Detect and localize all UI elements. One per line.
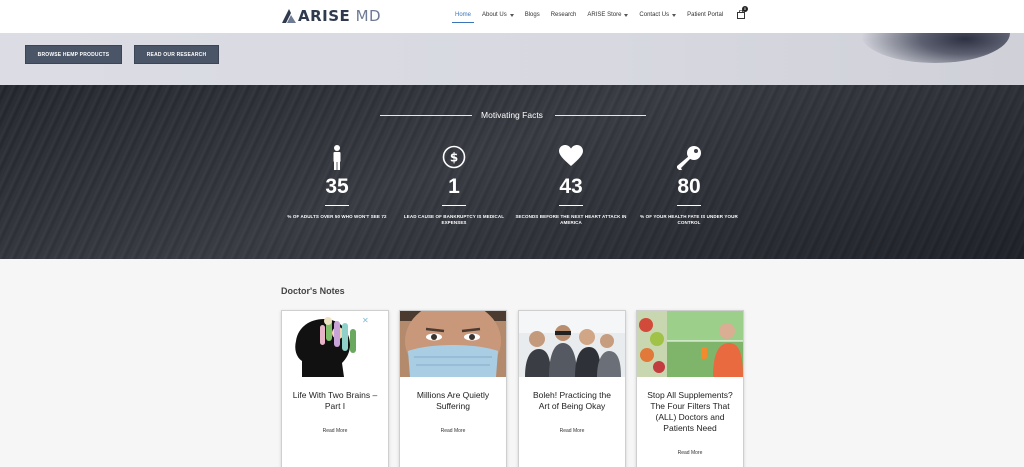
nav-arise-store[interactable]: ARISE Store bbox=[587, 9, 629, 21]
chevron-down-icon bbox=[624, 13, 629, 17]
fact-item: 35 % OF ADULTS OVER 50 WHO WON'T SEE 72 bbox=[277, 145, 397, 220]
fact-number: 35 bbox=[325, 175, 349, 198]
logo-text: ARISE MD bbox=[298, 7, 382, 25]
article-image[interactable]: ✕ bbox=[282, 311, 388, 377]
site-logo[interactable]: ARISE MD bbox=[282, 5, 381, 27]
article-card[interactable]: Boleh! Practicing the Art of Being Okay … bbox=[518, 310, 626, 467]
article-image[interactable] bbox=[519, 311, 625, 377]
main-nav: Home About Us Blogs Research ARISE Store… bbox=[451, 9, 734, 23]
hero-banner: BROWSE HEMP PRODUCTS READ OUR RESEARCH bbox=[0, 33, 1024, 85]
nav-patient-portal[interactable]: Patient Portal bbox=[687, 9, 723, 21]
svg-text:$: $ bbox=[450, 151, 458, 165]
read-more-link[interactable]: Read More bbox=[400, 428, 506, 434]
article-image[interactable] bbox=[400, 311, 506, 377]
nav-home[interactable]: Home bbox=[451, 9, 475, 23]
article-card[interactable]: Millions Are Quietly Suffering Read More bbox=[399, 310, 507, 467]
article-title[interactable]: Boleh! Practicing the Art of Being Okay bbox=[527, 390, 617, 412]
fact-item: 43 SECONDS BEFORE THE NEXT HEART ATTACK … bbox=[511, 145, 631, 226]
facts-title: Motivating Facts bbox=[481, 110, 543, 120]
cart-count-badge: 0 bbox=[742, 6, 748, 12]
chevron-down-icon bbox=[509, 13, 514, 17]
section-title: Doctor's Notes bbox=[281, 286, 345, 296]
article-title[interactable]: Millions Are Quietly Suffering bbox=[408, 390, 498, 412]
heart-icon bbox=[559, 145, 583, 166]
fact-number: 43 bbox=[559, 175, 583, 198]
dollar-circle-icon: $ bbox=[442, 145, 466, 169]
article-title[interactable]: Life With Two Brains – Part I bbox=[290, 390, 380, 412]
svg-text:✕: ✕ bbox=[362, 316, 369, 325]
arise-logo-icon bbox=[282, 9, 296, 23]
key-icon bbox=[677, 146, 701, 170]
read-our-research-button[interactable]: READ OUR RESEARCH bbox=[134, 45, 219, 64]
fact-divider bbox=[442, 205, 466, 206]
fact-item: 80 % OF YOUR HEALTH FATE IS UNDER YOUR C… bbox=[629, 145, 749, 226]
fact-label: % OF YOUR HEALTH FATE IS UNDER YOUR CONT… bbox=[640, 214, 738, 225]
nav-contact-us[interactable]: Contact Us bbox=[639, 9, 677, 21]
fact-divider bbox=[559, 205, 583, 206]
fact-number: 80 bbox=[677, 175, 701, 198]
hero-decoration bbox=[860, 33, 1010, 63]
fact-item: $ 1 LEAD CAUSE OF BANKRUPTCY IS MEDICAL … bbox=[394, 145, 514, 226]
read-more-link[interactable]: Read More bbox=[282, 428, 388, 434]
fact-label: LEAD CAUSE OF BANKRUPTCY IS MEDICAL EXPE… bbox=[403, 214, 505, 225]
nav-about-us[interactable]: About Us bbox=[482, 9, 514, 21]
fact-label: SECONDS BEFORE THE NEXT HEART ATTACK IN … bbox=[515, 214, 627, 225]
read-more-link[interactable]: Read More bbox=[637, 450, 743, 456]
nav-research[interactable]: Research bbox=[551, 9, 577, 21]
fact-number: 1 bbox=[448, 175, 460, 198]
fact-divider bbox=[325, 205, 349, 206]
nav-blogs[interactable]: Blogs bbox=[525, 9, 540, 21]
person-icon bbox=[333, 145, 341, 170]
site-header: ARISE MD Home About Us Blogs Research AR… bbox=[0, 0, 1024, 33]
article-title[interactable]: Stop All Supplements? The Four Filters T… bbox=[645, 390, 735, 434]
browse-hemp-products-button[interactable]: BROWSE HEMP PRODUCTS bbox=[25, 45, 122, 64]
read-more-link[interactable]: Read More bbox=[519, 428, 625, 434]
chevron-down-icon bbox=[672, 13, 677, 17]
article-card[interactable]: Stop All Supplements? The Four Filters T… bbox=[636, 310, 744, 467]
motivating-facts-section: Motivating Facts 35 % OF ADULTS OVER 50 … bbox=[0, 85, 1024, 259]
fact-divider bbox=[677, 205, 701, 206]
article-card[interactable]: ✕ Life With Two Brains – Part I Read Mor… bbox=[281, 310, 389, 467]
fact-label: % OF ADULTS OVER 50 WHO WON'T SEE 72 bbox=[287, 214, 387, 219]
article-image[interactable] bbox=[637, 311, 743, 377]
title-divider-right bbox=[555, 115, 646, 116]
